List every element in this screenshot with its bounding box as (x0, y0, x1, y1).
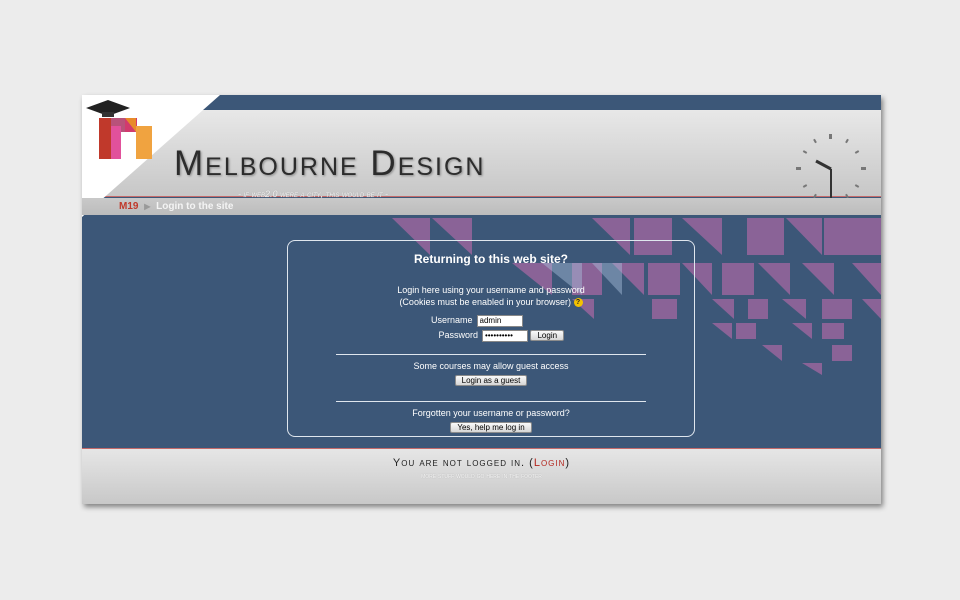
clock-icon (796, 134, 866, 204)
username-label: Username (430, 315, 473, 325)
forgot-password-text: Forgotten your username or password? (412, 408, 570, 418)
breadcrumb-arrow-icon: ▶ (144, 202, 151, 211)
login-panel: Returning to this web site? Login here u… (287, 240, 695, 437)
breadcrumb: M19 ▶ Login to the site (82, 198, 881, 215)
footer-note: more stuff would go here in the footer (421, 473, 542, 480)
login-as-guest-button[interactable]: Login as a guest (454, 375, 528, 387)
divider (336, 401, 646, 402)
footer-login-link[interactable]: Login (534, 457, 566, 469)
page-frame: Melbourne Design - if web2.0 were a city… (82, 95, 881, 504)
username-row: Username (288, 313, 694, 328)
login-status: You are not logged in. (Login) (82, 457, 881, 469)
site-title: Melbourne Design (174, 144, 486, 183)
breadcrumb-home-link[interactable]: M19 (119, 201, 138, 212)
password-row: Password Login (288, 328, 694, 343)
login-heading: Returning to this web site? (413, 252, 568, 266)
guest-access-text: Some courses may allow guest access (413, 361, 569, 371)
login-description-line-1: Login here using your username and passw… (397, 285, 585, 295)
login-status-prefix: You are not logged in. ( (392, 457, 534, 469)
forgot-password-button[interactable]: Yes, help me log in (450, 422, 532, 434)
password-label: Password (438, 330, 478, 340)
divider (336, 354, 646, 355)
breadcrumb-current: Login to the site (156, 201, 234, 212)
login-description-line-2: (Cookies must be enabled in your browser… (399, 297, 572, 307)
login-status-suffix: ) (565, 457, 571, 469)
username-input[interactable] (476, 314, 523, 327)
help-icon[interactable]: ? (573, 298, 583, 308)
login-button[interactable]: Login (530, 330, 565, 342)
site-footer: You are not logged in. (Login) more stuf… (82, 448, 881, 504)
graduation-cap-logo (86, 100, 152, 159)
password-input[interactable] (481, 329, 528, 342)
login-description: Login here using your username and passw… (288, 284, 694, 308)
